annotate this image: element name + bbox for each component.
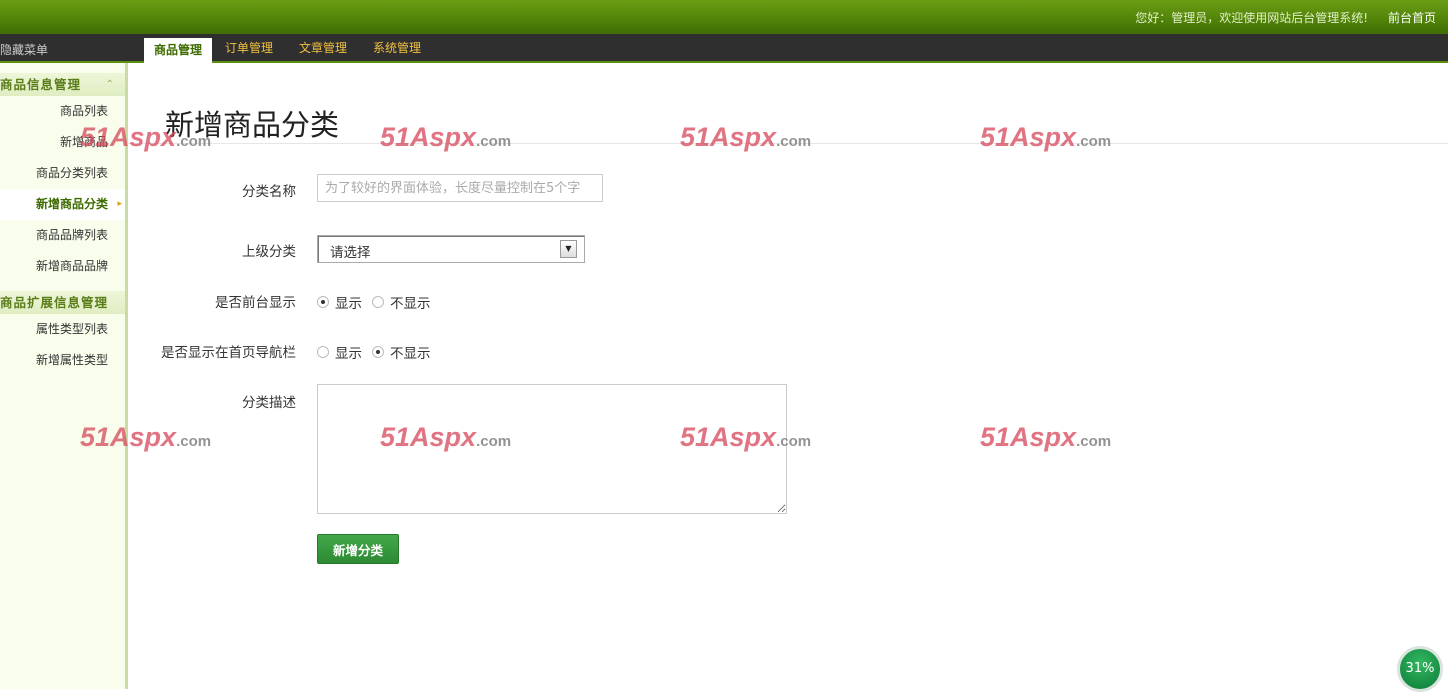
main-content: 新增商品分类 分类名称 上级分类 请选择 ▼ 是否前台显示 显示 不显示 是否显… [128, 63, 1448, 689]
sidebar-item-add-category[interactable]: 新增商品分类 [0, 189, 125, 220]
main-nav: 商品管理 订单管理 文章管理 系统管理 [144, 34, 434, 63]
parent-category-value: 请选择 [330, 245, 371, 261]
title-divider [128, 143, 1448, 144]
progress-badge[interactable]: 31% [1397, 646, 1443, 692]
navbar-display-yes-label[interactable]: 显示 [335, 342, 362, 362]
tab-order-management[interactable]: 订单管理 [212, 34, 286, 61]
navbar-display-radio-group: 显示 不显示 [317, 342, 441, 362]
sidebar-item-brand-list[interactable]: 商品品牌列表 [0, 220, 125, 251]
tab-system-management[interactable]: 系统管理 [360, 34, 434, 61]
category-name-input[interactable] [317, 174, 603, 202]
frontend-display-no-label[interactable]: 不显示 [390, 292, 431, 312]
category-description-textarea[interactable] [317, 384, 787, 514]
sidebar-group-title: 商品信息管理 [0, 77, 82, 92]
category-description-label: 分类描述 [242, 395, 296, 411]
frontend-display-no-radio[interactable] [372, 296, 384, 308]
navbar-display-no-label[interactable]: 不显示 [390, 342, 431, 362]
chevron-down-icon[interactable]: ▼ [560, 240, 577, 258]
category-name-label: 分类名称 [242, 184, 296, 200]
sidebar-item-add-attribute-type[interactable]: 新增属性类型 [0, 345, 125, 376]
sidebar-item-category-list[interactable]: 商品分类列表 [0, 158, 125, 189]
navbar-display-label: 是否显示在首页导航栏 [161, 345, 296, 361]
parent-category-label: 上级分类 [242, 244, 296, 260]
tab-article-management[interactable]: 文章管理 [286, 34, 360, 61]
hide-menu-link[interactable]: 隐藏菜单 [0, 41, 48, 58]
parent-category-select[interactable]: 请选择 ▼ [317, 235, 585, 263]
top-header: 您好：管理员，欢迎使用网站后台管理系统! 前台首页 [0, 0, 1448, 34]
collapse-icon[interactable]: ⌃ [106, 73, 115, 96]
navbar-display-yes-radio[interactable] [317, 346, 329, 358]
page-title: 新增商品分类 [165, 108, 340, 143]
sidebar-group-title: 商品扩展信息管理 [0, 295, 109, 310]
frontend-display-radio-group: 显示 不显示 [317, 292, 441, 312]
frontend-home-link[interactable]: 前台首页 [1388, 9, 1436, 26]
sidebar-item-add-brand[interactable]: 新增商品品牌 [0, 251, 125, 282]
sidebar-group-product-info[interactable]: 商品信息管理 ⌃ [0, 73, 125, 96]
sidebar-item-add-product[interactable]: 新增商品 [0, 127, 125, 158]
tab-product-management[interactable]: 商品管理 [144, 38, 213, 63]
welcome-text: 您好：管理员，欢迎使用网站后台管理系统! [1135, 11, 1368, 25]
sidebar-group-product-extension[interactable]: 商品扩展信息管理 [0, 291, 125, 314]
frontend-display-yes-radio[interactable] [317, 296, 329, 308]
sidebar: 商品信息管理 ⌃ 商品列表 新增商品 商品分类列表 新增商品分类 商品品牌列表 … [0, 63, 128, 689]
add-category-button[interactable]: 新增分类 [317, 534, 399, 564]
frontend-display-label: 是否前台显示 [215, 295, 296, 311]
navbar-display-no-radio[interactable] [372, 346, 384, 358]
frontend-display-yes-label[interactable]: 显示 [335, 292, 362, 312]
sidebar-item-attribute-type-list[interactable]: 属性类型列表 [0, 314, 125, 345]
main-menu-bar: 隐藏菜单 商品管理 订单管理 文章管理 系统管理 [0, 34, 1448, 63]
sidebar-item-product-list[interactable]: 商品列表 [0, 96, 125, 127]
